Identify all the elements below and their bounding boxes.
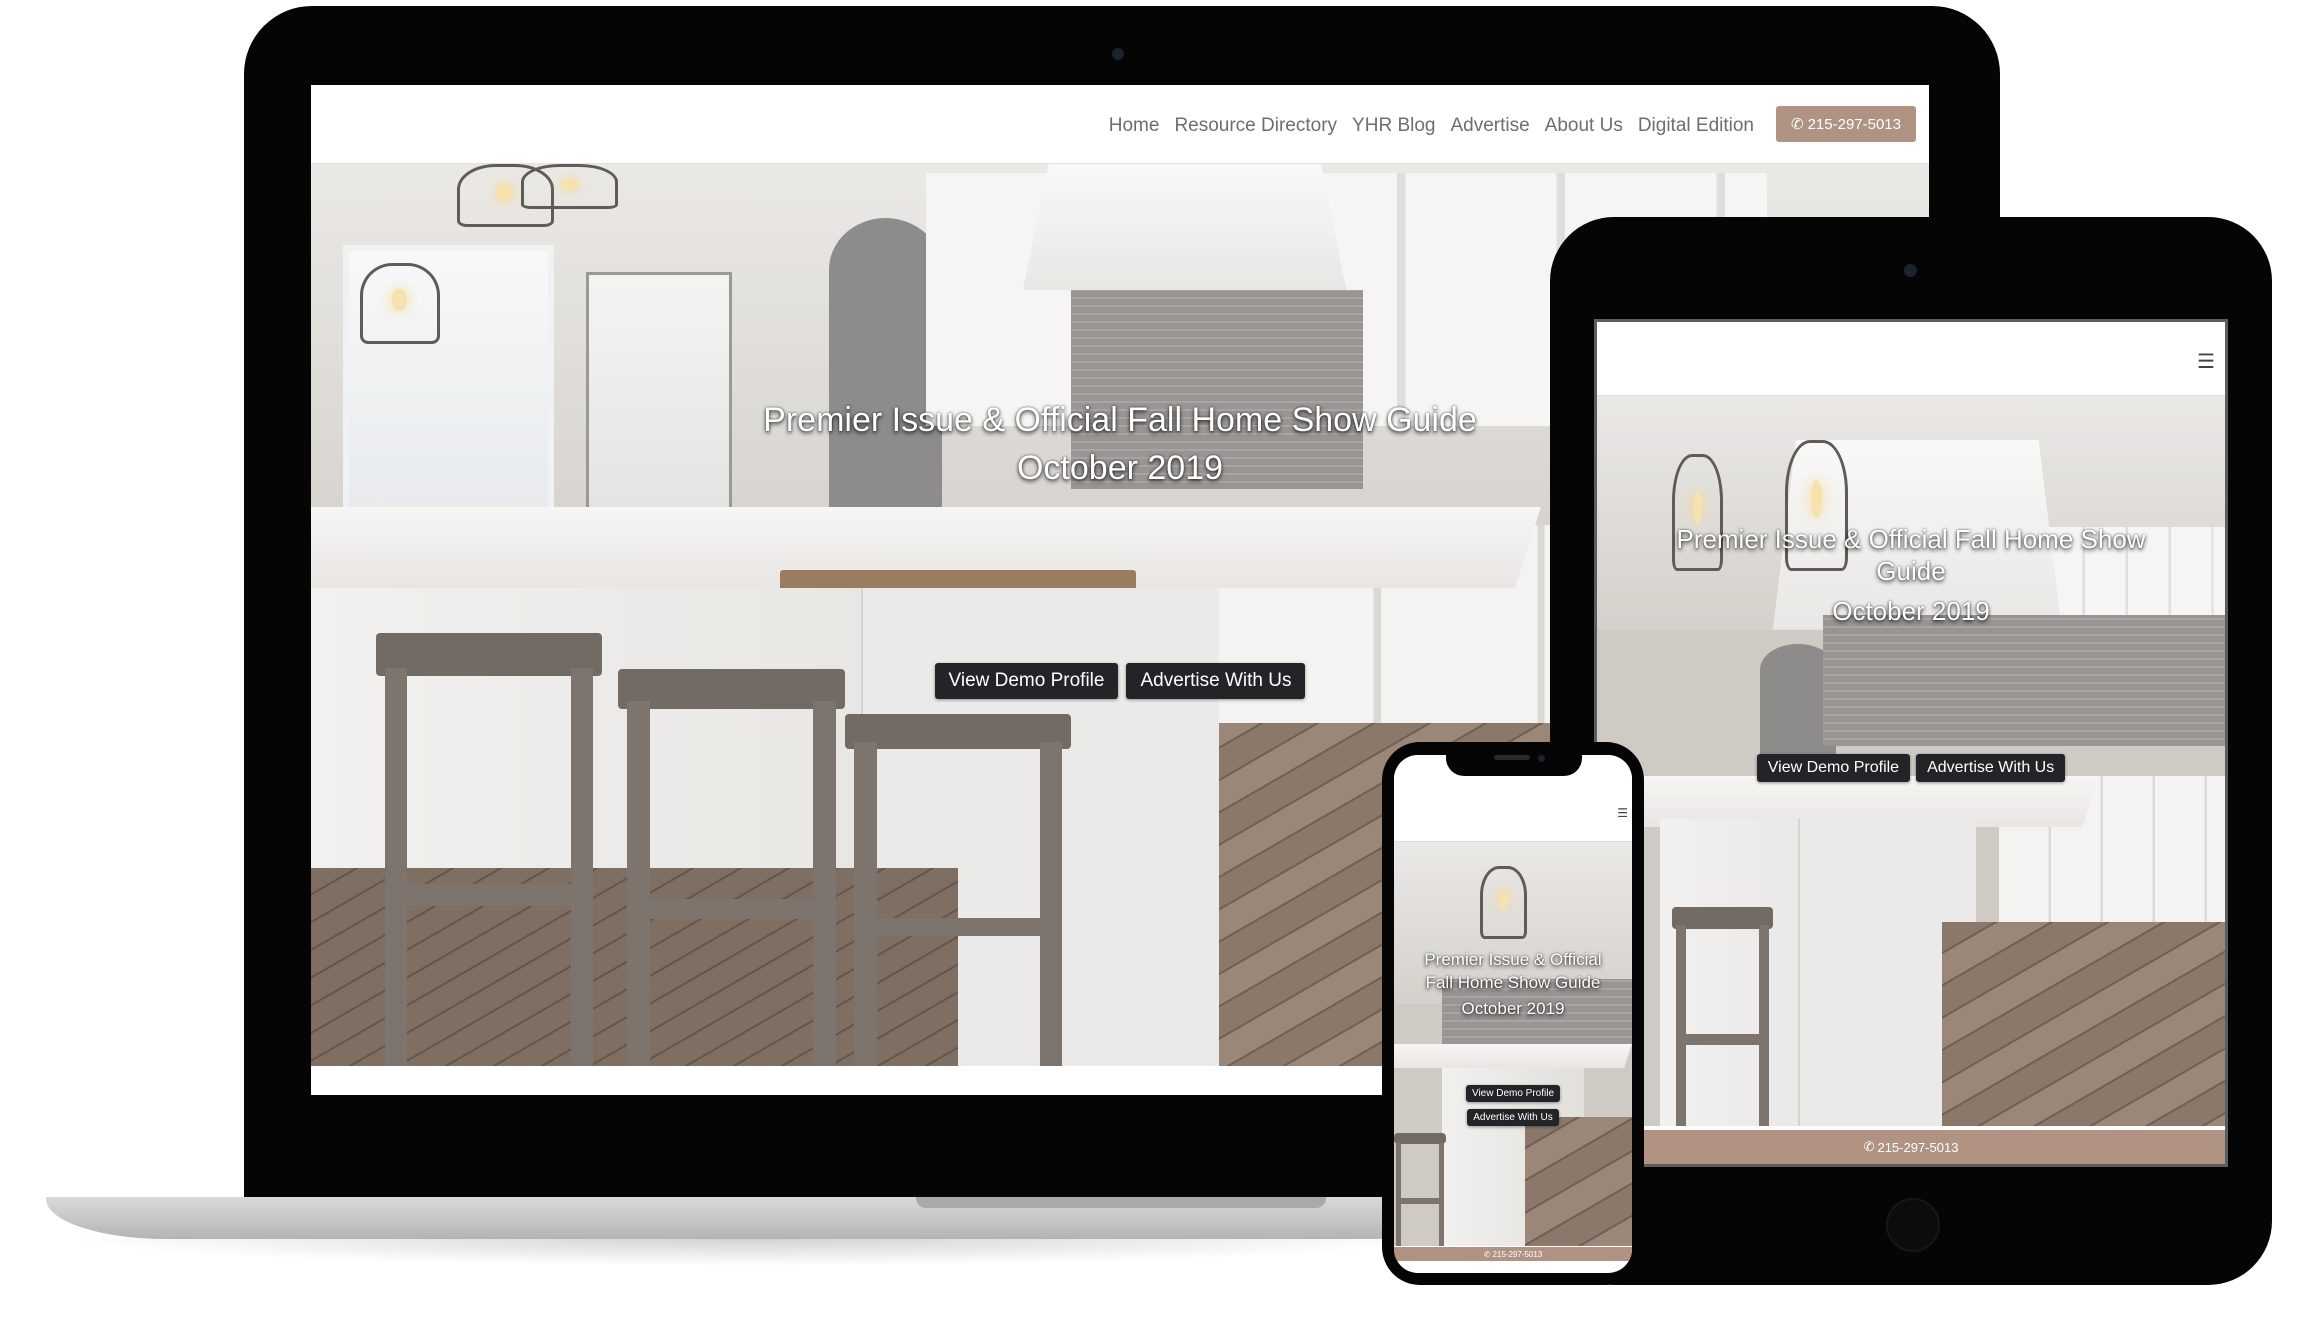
laptop-base-notch [916, 1197, 1326, 1208]
tablet-camera [1904, 264, 1917, 277]
nav-about-us[interactable]: About Us [1545, 115, 1623, 137]
tablet-hero-image: Premier Issue & Official Fall Home Show … [1597, 396, 2225, 1126]
laptop-shadow [60, 1238, 1440, 1266]
nav-digital-edition[interactable]: Digital Edition [1638, 115, 1754, 137]
phone-advertise-with-us-button[interactable]: Advertise With Us [1467, 1109, 1559, 1126]
phone-phone-number: 215-297-5013 [1492, 1249, 1543, 1259]
nav-advertise[interactable]: Advertise [1450, 115, 1529, 137]
phone-view-demo-profile-button[interactable]: View Demo Profile [1465, 1085, 1561, 1102]
tablet-hero-title-line2: Guide [1876, 556, 1946, 586]
main-nav: Home Resource Directory YHR Blog Adverti… [1109, 115, 1754, 137]
phone-phone-bar[interactable]: ✆ 215-297-5013 [1394, 1247, 1632, 1261]
laptop-camera [1112, 48, 1124, 60]
tablet-screen: ☰ Premier Issue & Official Fall Home Sho… [1594, 319, 2228, 1167]
tablet-phone-bar[interactable]: ✆ 215-297-5013 [1597, 1130, 2225, 1164]
tablet-hero-subtitle: October 2019 [1832, 596, 1990, 626]
phone-hero-title-line2: Fall Home Show Guide [1425, 973, 1601, 992]
nav-yhr-blog[interactable]: YHR Blog [1352, 115, 1435, 137]
nav-resource-directory[interactable]: Resource Directory [1174, 115, 1337, 137]
phone-hero-subtitle: October 2019 [1461, 999, 1565, 1018]
site-header: Home Resource Directory YHR Blog Adverti… [311, 85, 1929, 164]
hamburger-icon[interactable]: ☰ [2197, 349, 2215, 374]
tablet-home-button [1886, 1198, 1940, 1252]
phone-camera [1538, 755, 1545, 762]
phone-hero-image: Premier Issue & Official Fall Home Show … [1394, 842, 1632, 1246]
tablet-view-demo-profile-button[interactable]: View Demo Profile [1756, 754, 1911, 782]
phone-hero-title-line1: Premier Issue & Official [1424, 950, 1602, 969]
view-demo-profile-button[interactable]: View Demo Profile [934, 663, 1119, 699]
phone-icon: ✆ [1483, 1249, 1491, 1259]
phone-screen: ☰ Premier Issue & Official Fall Home Sho… [1394, 755, 1632, 1273]
phone-icon: ✆ [1791, 116, 1804, 133]
phone-number: 215-297-5013 [1807, 115, 1901, 133]
tablet-phone-number: 215-297-5013 [1877, 1139, 1959, 1155]
phone-speaker [1494, 755, 1530, 760]
tablet-hero-title-line1: Premier Issue & Official Fall Home Show [1676, 524, 2146, 554]
tablet-header: ☰ [1597, 322, 2225, 396]
phone-button[interactable]: ✆ 215-297-5013 [1776, 106, 1916, 142]
phone-icon: ✆ [1863, 1139, 1875, 1154]
advertise-with-us-button[interactable]: Advertise With Us [1126, 663, 1306, 699]
hamburger-icon[interactable]: ☰ [1617, 806, 1628, 820]
tablet-advertise-with-us-button[interactable]: Advertise With Us [1916, 754, 2066, 782]
nav-home[interactable]: Home [1109, 115, 1160, 137]
